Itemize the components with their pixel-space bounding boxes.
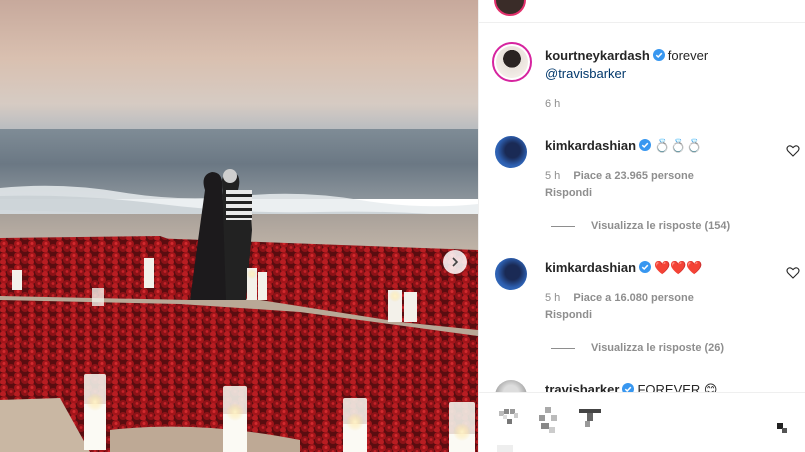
post-time[interactable]: 6 h [545,98,560,110]
ring-emoji-icon: 💍💍💍 [654,138,703,153]
author-username[interactable]: kourtneykardash [545,48,650,63]
comment-2-line: kimkardashian ❤️❤️❤️ [545,259,703,277]
comment-2-username[interactable]: kimkardashian [545,260,636,275]
comment-icon[interactable] [537,405,563,435]
comment-2-reply-button[interactable]: Rispondi [545,309,592,321]
chevron-right-icon [452,257,459,267]
comment-2-time[interactable]: 5 h [545,292,560,304]
verified-icon [652,49,665,61]
author-avatar[interactable] [492,42,532,82]
post-photo-scene [0,0,478,452]
comment-2-view-replies-label: Visualizza le risposte (26) [591,342,725,354]
caption-mention[interactable]: @travisbarker [545,66,626,81]
comment-1-time[interactable]: 5 h [545,170,560,182]
next-photo-button[interactable] [443,250,467,274]
comment-1-avatar[interactable] [495,136,527,168]
comment-1-view-replies-label: Visualizza le risposte (154) [591,220,731,232]
view-replies-line [551,347,575,349]
post-photo[interactable] [0,0,478,452]
comment-1-reply-button[interactable]: Rispondi [545,187,592,199]
heart-outline-icon[interactable] [786,144,800,158]
comment-2-meta: 5 h Piace a 16.080 persone [545,292,694,304]
comment-2-likes[interactable]: Piace a 16.080 persone [573,292,693,304]
comment-2-avatar[interactable] [495,258,527,290]
comment-1-line: kimkardashian 💍💍💍 [545,137,703,155]
post-actions-bar [479,393,805,452]
verified-icon [639,261,652,273]
header-avatar[interactable] [494,0,526,16]
share-icon[interactable] [577,407,603,431]
comment-1-username[interactable]: kimkardashian [545,138,636,153]
comments-panel: kourtneykardash forever @travisbarker 6 h… [478,0,805,452]
like-count-placeholder [497,445,513,452]
comment-2-view-replies[interactable]: Visualizza le risposte (26) [551,342,724,354]
like-icon[interactable] [497,405,523,431]
heart-outline-icon[interactable] [786,266,800,280]
comment-1-likes[interactable]: Piace a 23.965 persone [573,170,693,182]
caption-text: forever [667,48,709,63]
comment-1-meta: 5 h Piace a 23.965 persone [545,170,694,182]
comment-1-view-replies[interactable]: Visualizza le risposte (154) [551,220,730,232]
verified-icon [639,139,652,151]
header-divider [479,22,805,23]
view-replies-line [551,225,575,227]
expand-icon[interactable] [775,421,789,435]
caption-line: kourtneykardash forever [545,47,708,65]
red-heart-emoji-icon: ❤️❤️❤️ [654,260,703,275]
